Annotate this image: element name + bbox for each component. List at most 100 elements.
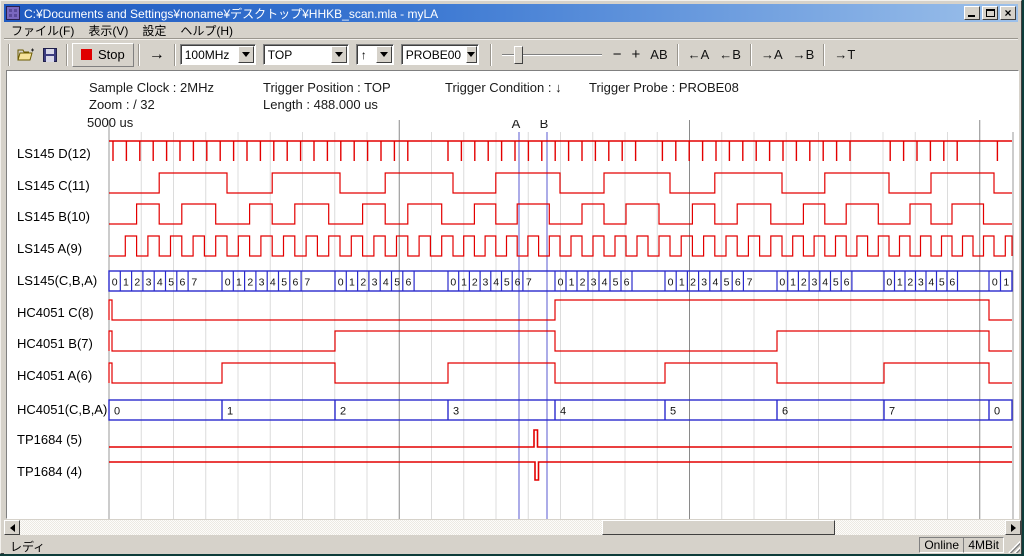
zoom-slider[interactable]: [502, 44, 602, 66]
bus-value: 4: [493, 277, 499, 289]
scroll-left-button[interactable]: [4, 520, 20, 535]
bus-value: 0: [112, 277, 118, 289]
bus-value: 0: [450, 277, 456, 289]
trigger-edge-combo[interactable]: ↑: [356, 44, 394, 65]
menu-view[interactable]: 表示(V): [81, 21, 135, 40]
menu-file[interactable]: ファイル(F): [4, 21, 81, 40]
save-button[interactable]: [38, 44, 62, 66]
waveform-client-area: Sample Clock : 2MHz Trigger Position : T…: [6, 70, 1019, 519]
bus-value: 5: [613, 277, 619, 289]
bus-value: 2: [134, 277, 140, 289]
minimize-button[interactable]: [964, 6, 980, 20]
set-cursor-a-button[interactable]: →A: [756, 45, 788, 64]
bus-value: 1: [236, 277, 242, 289]
trigger-position-combo[interactable]: TOP: [263, 44, 349, 65]
bus-value: 5: [168, 277, 174, 289]
bus-value: 6: [624, 277, 630, 289]
bus-value: 2: [340, 406, 346, 418]
bus-value: 4: [157, 277, 163, 289]
bus-value: 2: [690, 277, 696, 289]
bus-value: 5: [833, 277, 839, 289]
maximize-icon: [986, 9, 995, 17]
bus-value: 3: [372, 277, 378, 289]
bus-value: 6: [406, 277, 412, 289]
combo-drop-button[interactable]: [466, 46, 477, 63]
combo-drop-button[interactable]: [376, 46, 392, 63]
bus-value: 1: [1003, 277, 1009, 289]
right-arrow-icon: [1011, 524, 1016, 532]
set-cursor-b-button[interactable]: →B: [788, 45, 820, 64]
open-file-button[interactable]: [14, 44, 38, 66]
screen: C:¥Documents and Settings¥noname¥デスクトップ¥…: [0, 0, 1024, 556]
bus-value: 1: [461, 277, 467, 289]
bus-value: 0: [779, 277, 785, 289]
bus-value: 2: [247, 277, 253, 289]
zoom-out-button[interactable]: −: [608, 44, 627, 65]
run-button[interactable]: →: [144, 44, 170, 66]
bus-value: 3: [453, 406, 459, 418]
bus-value: 4: [822, 277, 828, 289]
trigger-probe-text: Trigger Probe : PROBE08: [589, 80, 739, 95]
zoom-text: Zoom : / 32: [89, 97, 155, 112]
title-bar[interactable]: C:¥Documents and Settings¥noname¥デスクトップ¥…: [4, 4, 1018, 22]
waveform-canvas[interactable]: AB01234567012345670123456012345670123456…: [7, 120, 1020, 520]
app-icon: [6, 6, 20, 20]
bus-value: 0: [558, 277, 564, 289]
stop-button[interactable]: Stop: [72, 43, 134, 67]
bus-value: 0: [886, 277, 892, 289]
trigger-edge-value: ↑: [357, 48, 375, 62]
bus-value: 5: [504, 277, 510, 289]
goto-cursor-a-button[interactable]: ←A: [683, 45, 715, 64]
status-bar: レディ Online 4MBit: [4, 537, 1021, 554]
trigger-position-text: Trigger Position : TOP: [263, 80, 391, 95]
bus-value: 3: [812, 277, 818, 289]
zoom-in-button[interactable]: +: [627, 44, 646, 65]
toolbar-separator: [490, 44, 492, 66]
horizontal-scrollbar[interactable]: [4, 520, 1021, 535]
chevron-down-icon: [467, 52, 475, 57]
trigger-position-value: TOP: [264, 48, 330, 62]
sample-rate-combo[interactable]: 100MHz: [180, 44, 256, 65]
menu-settings[interactable]: 設定: [135, 21, 173, 40]
bus-value: 5: [939, 277, 945, 289]
close-icon: ×: [1004, 8, 1011, 18]
cursor-a-label: A: [512, 120, 521, 131]
probe-combo[interactable]: PROBE00: [401, 44, 479, 65]
close-button[interactable]: ×: [1000, 6, 1016, 20]
goto-trigger-button[interactable]: →T: [829, 45, 860, 64]
slider-thumb[interactable]: [514, 46, 523, 64]
bus-value: 7: [526, 277, 532, 289]
ab-button[interactable]: AB: [645, 45, 672, 64]
minimize-icon: [968, 15, 975, 17]
toolbar-separator: [677, 44, 679, 66]
bus-value: 1: [349, 277, 355, 289]
length-text: Length : 488.000 us: [263, 97, 378, 112]
goto-cursor-b-button[interactable]: ←B: [714, 45, 746, 64]
probe-value: PROBE00: [402, 48, 465, 62]
bus-value: 4: [560, 406, 566, 418]
bus-value: 7: [191, 277, 197, 289]
trace-LS145 C(11): [109, 173, 1012, 193]
bus-value: 0: [114, 406, 120, 418]
scrollbar-thumb[interactable]: [602, 520, 835, 535]
bus-value: 3: [146, 277, 152, 289]
toolbar-separator: [66, 44, 68, 66]
bus-value: 6: [735, 277, 741, 289]
cursor-b-label: B: [540, 120, 549, 131]
chevron-down-icon: [242, 52, 250, 57]
combo-drop-button[interactable]: [331, 46, 347, 63]
sample-rate-value: 100MHz: [181, 48, 237, 62]
bus-value: 1: [679, 277, 685, 289]
menu-help[interactable]: ヘルプ(H): [173, 21, 240, 40]
combo-drop-button[interactable]: [238, 46, 254, 63]
scroll-right-button[interactable]: [1005, 520, 1021, 535]
bus-value: 3: [701, 277, 707, 289]
bus-value: 2: [360, 277, 366, 289]
maximize-button[interactable]: [982, 6, 998, 20]
bus-value: 4: [712, 277, 718, 289]
bus-value: 1: [897, 277, 903, 289]
bus-value: 7: [747, 277, 753, 289]
resize-grip[interactable]: [1008, 541, 1020, 553]
bus-value: 1: [569, 277, 575, 289]
toolbar-separator: [750, 44, 752, 66]
